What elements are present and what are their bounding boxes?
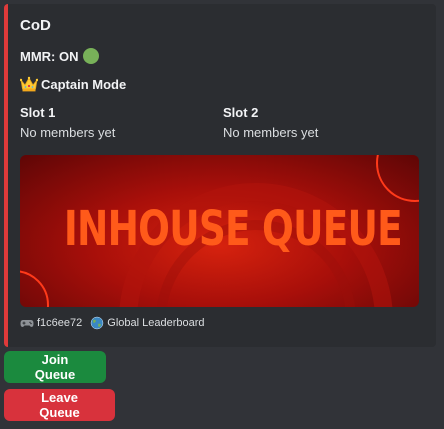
crown-icon bbox=[20, 76, 38, 92]
inhouse-queue-banner: INHOUSE QUEUE bbox=[20, 155, 419, 307]
captain-mode-label: Captain Mode bbox=[41, 76, 127, 92]
green-circle-icon bbox=[82, 48, 99, 64]
embed-title: CoD bbox=[20, 17, 51, 34]
slot-name: Slot 1 bbox=[20, 105, 56, 120]
captain-mode: Captain Mode bbox=[20, 76, 126, 92]
queue-id: f1c6ee72 bbox=[37, 317, 83, 329]
mmr-label: MMR: ON bbox=[20, 48, 79, 64]
globe-icon bbox=[91, 316, 104, 330]
leave-queue-button[interactable]: Leave Queue bbox=[4, 389, 115, 421]
global-leaderboard-label: Global Leaderboard bbox=[107, 317, 205, 329]
slot-name: Slot 2 bbox=[223, 105, 259, 120]
slot-2-field: Slot 2 No members yet bbox=[223, 105, 318, 140]
gamepad-icon bbox=[20, 320, 34, 327]
slot-1-field: Slot 1 No members yet bbox=[20, 105, 115, 140]
join-queue-button[interactable]: Join Queue bbox=[4, 351, 106, 383]
banner-text: INHOUSE QUEUE bbox=[63, 201, 403, 257]
queue-embed: CoD MMR: ON Captain Mode Slot 1 No membe… bbox=[4, 4, 436, 347]
mmr-status: MMR: ON bbox=[20, 48, 99, 64]
slot-value: No members yet bbox=[223, 125, 319, 140]
embed-footer: f1c6ee72 Global Leaderboard bbox=[20, 316, 205, 330]
slot-value: No members yet bbox=[20, 125, 116, 140]
